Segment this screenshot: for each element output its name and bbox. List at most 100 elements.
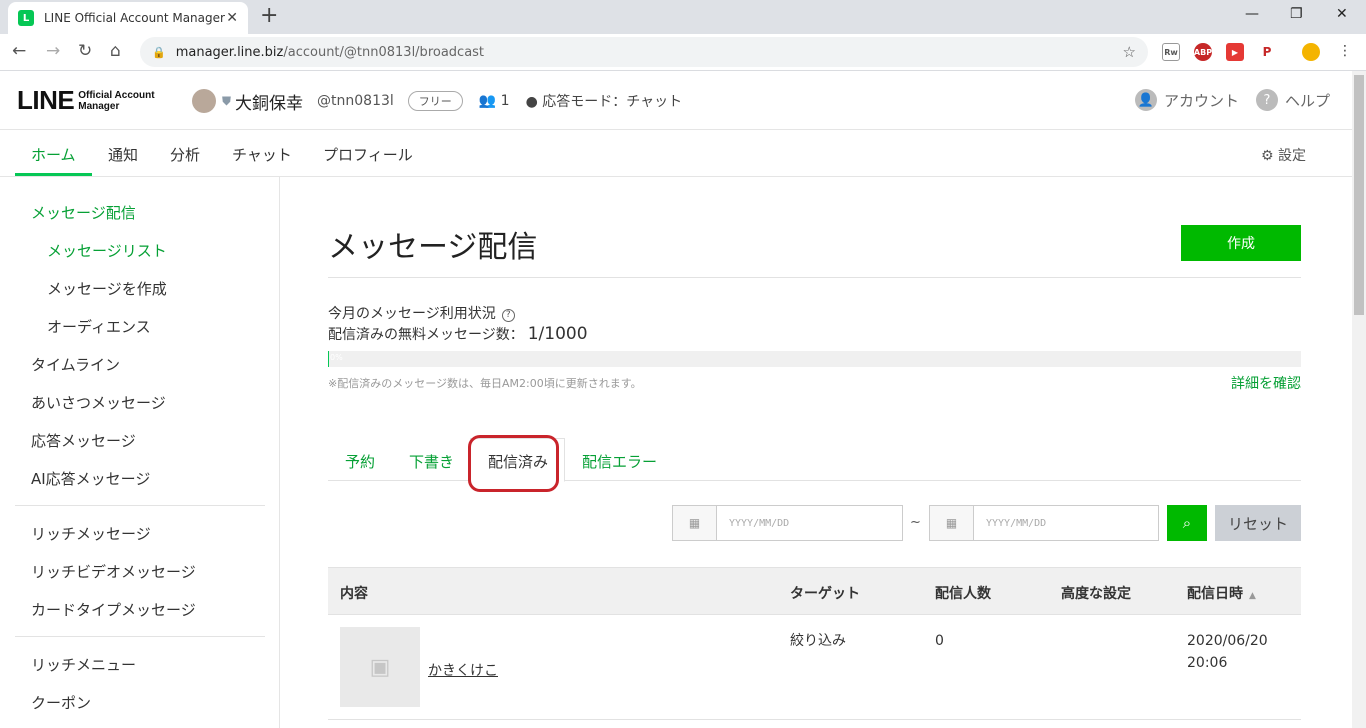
- sidebar-item-rich-video[interactable]: リッチビデオメッセージ: [31, 561, 196, 582]
- back-icon[interactable]: ←: [12, 41, 26, 61]
- logo-line-text: LINE: [17, 85, 75, 115]
- col-advanced: 高度な設定: [1061, 586, 1131, 602]
- details-link[interactable]: 詳細を確認: [1231, 373, 1301, 393]
- sidebar-divider: [15, 636, 265, 637]
- bookmark-star-icon[interactable]: ☆: [1123, 43, 1136, 61]
- col-target: ターゲット: [790, 586, 860, 602]
- nav-home[interactable]: ホーム: [31, 144, 76, 165]
- reply-mode-text: 応答モード：チャット: [542, 94, 683, 110]
- address-bar[interactable]: 🔒 manager.line.biz/account/@tnn0813l/bro…: [140, 37, 1148, 67]
- extension-p-icon[interactable]: P: [1258, 43, 1276, 61]
- question-icon[interactable]: ?: [501, 308, 515, 322]
- usage-progress-text: 0%: [330, 353, 343, 362]
- sidebar-item-create-message[interactable]: メッセージを作成: [47, 278, 167, 299]
- account-menu[interactable]: 👤 アカウント: [1135, 89, 1239, 111]
- sidebar-item-greeting[interactable]: あいさつメッセージ: [31, 392, 166, 413]
- sidebar-item-rich-message[interactable]: リッチメッセージ: [31, 523, 151, 544]
- sidebar-item-card-type[interactable]: カードタイプメッセージ: [31, 599, 196, 620]
- line-oam-logo[interactable]: LINE Official Account Manager: [17, 85, 155, 116]
- nav-profile[interactable]: プロフィール: [323, 144, 413, 165]
- friends-icon: 👥: [478, 93, 497, 109]
- usage-count-label: 配信済みの無料メッセージ数：: [328, 327, 524, 343]
- extension-rw-icon[interactable]: Rw: [1162, 43, 1180, 61]
- page-title: メッセージ配信: [328, 230, 538, 265]
- row-sent-time: 20:06: [1187, 655, 1228, 671]
- tab-drafts[interactable]: 下書き: [409, 451, 454, 472]
- usage-progress-bar: 0%: [328, 351, 1301, 367]
- nav-chat[interactable]: チャット: [232, 144, 292, 165]
- scrollbar-thumb[interactable]: [1354, 75, 1364, 315]
- adblock-icon[interactable]: ABP: [1194, 43, 1212, 61]
- search-button[interactable]: ⌕: [1167, 505, 1207, 541]
- row-recipients: 0: [935, 633, 944, 649]
- sidebar-item-auto-reply[interactable]: 応答メッセージ: [31, 430, 136, 451]
- tab-errors[interactable]: 配信エラー: [582, 451, 657, 472]
- avatar: [192, 89, 216, 113]
- account-label: アカウント: [1164, 91, 1240, 110]
- sidebar-item-coupon[interactable]: クーポン: [31, 692, 91, 713]
- new-tab-icon[interactable]: +: [260, 5, 278, 27]
- col-sent-at-label: 配信日時: [1187, 586, 1243, 602]
- browser-menu-icon[interactable]: ⋮: [1338, 43, 1352, 59]
- sidebar-item-audience[interactable]: オーディエンス: [47, 316, 151, 337]
- tab-scheduled[interactable]: 予約: [345, 451, 375, 472]
- help-label: ヘルプ: [1285, 91, 1331, 110]
- restore-icon[interactable]: ❐: [1290, 6, 1303, 22]
- browser-toolbar: ← → ↻ ⌂ 🔒 manager.line.biz/account/@tnn0…: [0, 34, 1366, 71]
- col-recipients: 配信人数: [935, 586, 991, 602]
- row-target: 絞り込み: [790, 633, 846, 649]
- create-button[interactable]: 作成: [1181, 225, 1301, 261]
- calendar-icon[interactable]: ▦: [673, 506, 717, 540]
- url-host: manager.line.biz: [175, 44, 284, 60]
- minimize-icon[interactable]: —: [1245, 6, 1259, 22]
- close-window-icon[interactable]: ✕: [1336, 6, 1348, 22]
- usage-count: 配信済みの無料メッセージ数： 1/1000: [328, 324, 588, 344]
- end-date-placeholder: YYYY/MM/DD: [986, 517, 1047, 529]
- logo-sub-1: Official Account: [78, 89, 155, 101]
- help-menu[interactable]: ? ヘルプ: [1256, 89, 1330, 111]
- forward-icon[interactable]: →: [46, 41, 60, 61]
- settings-label: 設定: [1278, 148, 1306, 164]
- update-note: ※配信済みのメッセージ数は、毎日AM2:00頃に更新されます。: [328, 377, 642, 390]
- logo-sub-2: Manager: [78, 100, 120, 112]
- end-date-field[interactable]: ▦ YYYY/MM/DD: [929, 505, 1159, 541]
- settings-link[interactable]: ⚙ 設定: [1261, 145, 1306, 165]
- sidebar-item-message-list[interactable]: メッセージリスト: [47, 240, 167, 261]
- home-icon[interactable]: ⌂: [110, 41, 121, 61]
- nav-analytics[interactable]: 分析: [170, 144, 200, 165]
- sort-icon[interactable]: ▲: [1249, 591, 1256, 601]
- message-title-link[interactable]: かきくけこ: [428, 660, 498, 680]
- col-content: 内容: [340, 586, 368, 602]
- title-divider: [328, 277, 1301, 278]
- friends-count: 👥 1: [479, 93, 510, 109]
- browser-tab[interactable]: L LINE Official Account Manager ✕: [8, 2, 248, 34]
- image-placeholder-icon: ▣: [340, 627, 420, 707]
- usage-count-value: 1/1000: [527, 324, 588, 344]
- account-switcher[interactable]: ⛊ 大銅保幸 @tnn0813l フリー 👥 1 ● 応答モード：チャット: [192, 87, 682, 115]
- logo-subtitle: Official Account Manager: [78, 90, 154, 112]
- extension-video-icon[interactable]: ▶: [1226, 43, 1244, 61]
- lock-icon: 🔒: [152, 45, 166, 59]
- table-header: 内容 ターゲット 配信人数 高度な設定 配信日時 ▲: [328, 567, 1301, 615]
- gear-icon: ⚙: [1260, 148, 1274, 164]
- close-tab-icon[interactable]: ✕: [226, 10, 238, 26]
- calendar-icon[interactable]: ▦: [930, 506, 974, 540]
- date-range-separator: ~: [910, 515, 921, 530]
- profile-avatar-icon[interactable]: [1302, 43, 1320, 61]
- sidebar-item-ai-reply[interactable]: AI応答メッセージ: [31, 468, 150, 489]
- sidebar-item-message-broadcast[interactable]: メッセージ配信: [31, 202, 136, 223]
- table-row[interactable]: ▣ かきくけこ 絞り込み 0 2020/06/20 20:06: [328, 615, 1301, 720]
- reset-button[interactable]: リセット: [1215, 505, 1301, 541]
- page-scrollbar[interactable]: [1352, 71, 1366, 728]
- start-date-field[interactable]: ▦ YYYY/MM/DD: [672, 505, 903, 541]
- plan-badge: フリー: [407, 91, 463, 111]
- reply-mode[interactable]: ● 応答モード：チャット: [526, 91, 683, 111]
- account-id: @tnn0813l: [317, 93, 394, 109]
- sidebar-item-timeline[interactable]: タイムライン: [31, 354, 120, 375]
- usage-status: 今月のメッセージ利用状況?: [328, 303, 515, 323]
- reload-icon[interactable]: ↻: [78, 41, 92, 61]
- sidebar-item-rich-menu[interactable]: リッチメニュー: [31, 654, 136, 675]
- nav-notifications[interactable]: 通知: [108, 144, 138, 165]
- usage-progress-fill: [328, 351, 329, 367]
- col-sent-at[interactable]: 配信日時 ▲: [1187, 583, 1256, 603]
